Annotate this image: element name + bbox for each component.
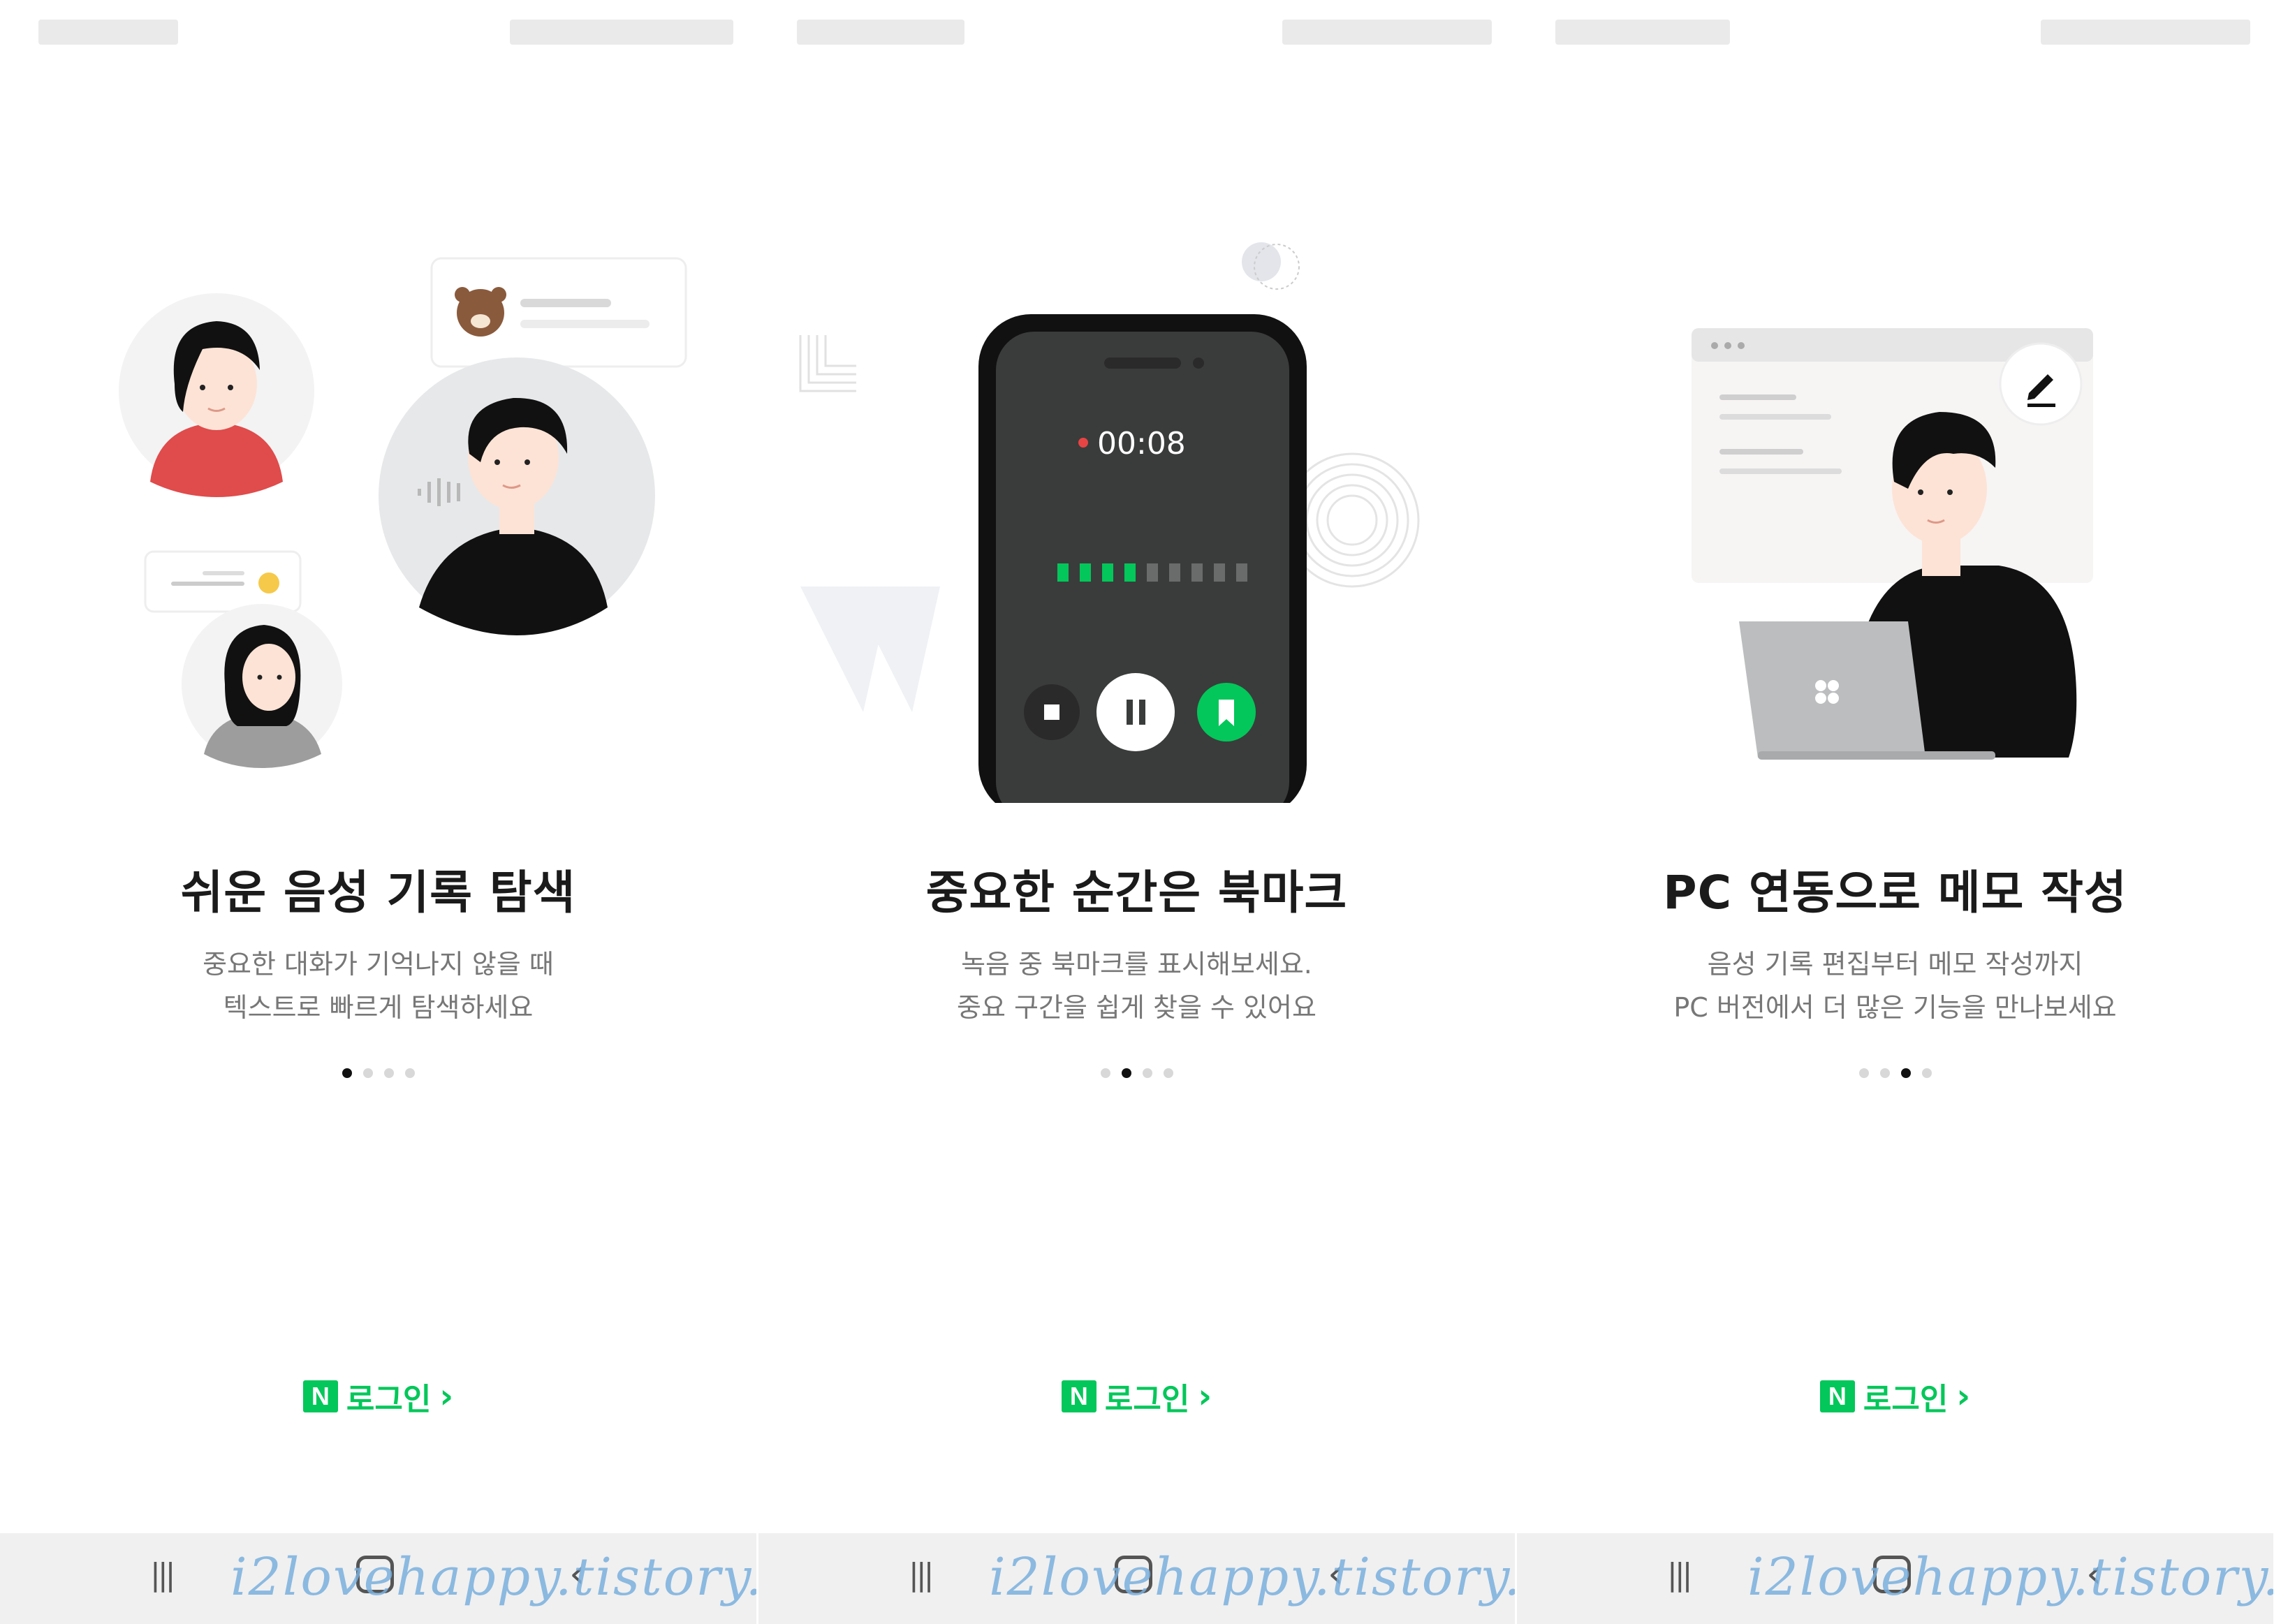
page-dot-3[interactable] xyxy=(1142,1068,1152,1078)
system-navigation-bar: ||| ‹ i2lovehappy.tistory.com xyxy=(0,1533,756,1624)
pc-sync-illustration xyxy=(1692,328,2093,760)
onboarding-panel-voice-search: 쉬운 음성 기록 탐색 중요한 대화가 기억나지 않을 때 텍스트로 빠르게 탐… xyxy=(0,0,756,1624)
recent-apps-icon[interactable]: ||| xyxy=(150,1557,176,1593)
status-time-blurred xyxy=(797,20,964,45)
page-indicator xyxy=(1517,1068,2273,1078)
record-dot-icon xyxy=(1078,438,1088,448)
page-dot-2[interactable] xyxy=(1121,1068,1131,1078)
page-dot-2[interactable] xyxy=(362,1068,373,1078)
status-bar xyxy=(1517,0,2273,63)
chevron-right-icon: › xyxy=(1198,1377,1212,1416)
status-icons-blurred xyxy=(2041,20,2250,45)
level-bar xyxy=(1147,563,1158,582)
description-line-2: PC 버전에서 더 많은 기능을 만나보세요 xyxy=(1673,992,2117,1023)
page-dot-4[interactable] xyxy=(1163,1068,1173,1078)
naver-login-button[interactable]: N 로그인 › xyxy=(0,1374,756,1419)
status-time-blurred xyxy=(38,20,178,45)
page-dot-3[interactable] xyxy=(383,1068,394,1078)
page-dot-2[interactable] xyxy=(1879,1068,1890,1078)
page-title: 중요한 순간은 북마크 xyxy=(925,866,1348,920)
status-bar xyxy=(758,0,1515,63)
page-indicator xyxy=(758,1068,1515,1078)
stop-icon xyxy=(1044,704,1059,720)
level-bar xyxy=(1057,563,1069,582)
recent-apps-icon[interactable]: ||| xyxy=(909,1557,934,1593)
level-bar xyxy=(1191,563,1203,582)
watermark: i2lovehappy.tistory.com xyxy=(230,1547,756,1607)
level-bar xyxy=(1169,563,1180,582)
level-bar xyxy=(1102,563,1113,582)
naver-n-icon: N xyxy=(1819,1380,1855,1412)
record-timer: 00:08 xyxy=(1097,426,1186,462)
system-navigation-bar: ||| ‹ i2lovehappy.tistory.com xyxy=(758,1533,1515,1624)
voice-search-illustration xyxy=(119,257,687,768)
bookmark-illustration: 00:08 xyxy=(799,242,1420,803)
description-line-2: 중요 구간을 쉽게 찾을 수 있어요 xyxy=(957,992,1316,1023)
description-line-1: 음성 기록 편집부터 메모 작성까지 xyxy=(1707,949,2083,980)
page-dot-3[interactable] xyxy=(1900,1068,1911,1078)
onboarding-panel-pc-sync: PC 연동으로 메모 작성 음성 기록 편집부터 메모 작성까지 PC 버전에서… xyxy=(1517,0,2273,1624)
onboarding-panel-bookmark: 00:08 중요한 순간은 북마크 녹음 중 북마크를 표시해보세요. 중요 구… xyxy=(758,0,1515,1624)
watermark: i2lovehappy.tistory.com xyxy=(989,1547,1515,1607)
login-label: 로그인 xyxy=(1104,1382,1190,1417)
recent-apps-icon[interactable]: ||| xyxy=(1667,1557,1693,1593)
page-title: 쉬운 음성 기록 탐색 xyxy=(180,866,576,920)
naver-n-icon: N xyxy=(302,1380,338,1412)
naver-n-icon: N xyxy=(1061,1380,1096,1412)
system-navigation-bar: ||| ‹ i2lovehappy.tistory.com xyxy=(1517,1533,2273,1624)
page-dot-4[interactable] xyxy=(1921,1068,1932,1078)
pause-icon xyxy=(1127,700,1133,725)
status-icons-blurred xyxy=(1282,20,1492,45)
chevron-right-icon: › xyxy=(1956,1377,1971,1416)
naver-login-button[interactable]: N 로그인 › xyxy=(1517,1374,2273,1419)
naver-login-button[interactable]: N 로그인 › xyxy=(758,1374,1515,1419)
description-line-1: 중요한 대화가 기억나지 않을 때 xyxy=(203,949,554,980)
chevron-right-icon: › xyxy=(439,1377,454,1416)
description-line-1: 녹음 중 북마크를 표시해보세요. xyxy=(961,949,1312,980)
login-label: 로그인 xyxy=(1863,1382,1949,1417)
page-dot-1[interactable] xyxy=(1100,1068,1110,1078)
status-time-blurred xyxy=(1555,20,1730,45)
page-dot-4[interactable] xyxy=(404,1068,415,1078)
description-line-2: 텍스트로 빠르게 탐색하세요 xyxy=(223,992,534,1023)
page-title: PC 연동으로 메모 작성 xyxy=(1663,866,2127,920)
status-icons-blurred xyxy=(510,20,733,45)
level-bar xyxy=(1080,563,1091,582)
page-dot-1[interactable] xyxy=(1858,1068,1869,1078)
page-indicator xyxy=(0,1068,756,1078)
level-bar xyxy=(1236,563,1247,582)
status-bar xyxy=(0,0,756,63)
recording-level-bars xyxy=(1057,563,1247,582)
level-bar xyxy=(1124,563,1136,582)
login-label: 로그인 xyxy=(346,1382,432,1417)
watermark: i2lovehappy.tistory.com xyxy=(1747,1547,2273,1607)
page-dot-1[interactable] xyxy=(342,1068,352,1078)
level-bar xyxy=(1214,563,1225,582)
